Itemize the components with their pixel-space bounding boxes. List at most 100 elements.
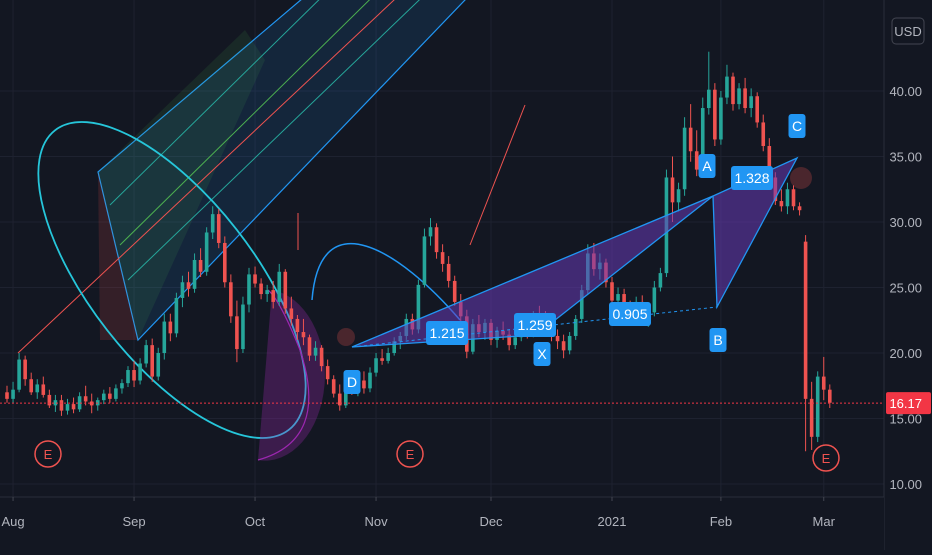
candle-body <box>707 89 711 109</box>
candle-body <box>132 370 136 381</box>
ratio-label-4: 1.328 <box>731 166 773 190</box>
candle-body <box>301 332 306 338</box>
candle <box>241 296 245 353</box>
candle <box>362 371 366 394</box>
y-tick-label: 25.00 <box>889 281 922 296</box>
earnings-marker: E <box>812 444 840 472</box>
candle-body <box>162 321 167 353</box>
candle <box>102 389 106 405</box>
candle <box>688 104 693 162</box>
candle-body <box>573 318 578 336</box>
candle-body <box>283 271 288 309</box>
candle-body <box>446 263 451 281</box>
candle <box>65 398 70 415</box>
candle-body <box>374 358 378 373</box>
pattern-point-highlight <box>337 328 355 346</box>
candle-body <box>229 282 233 317</box>
y-tick-label: 35.00 <box>889 150 922 165</box>
candle-body <box>29 379 33 393</box>
candle-body <box>265 290 269 295</box>
candle-body <box>186 282 191 289</box>
candle <box>749 88 753 118</box>
candle-body <box>120 383 124 389</box>
candle-body <box>821 376 826 390</box>
candle <box>731 72 735 111</box>
candle <box>779 189 784 212</box>
candle-body <box>65 404 70 411</box>
candle-body <box>223 242 227 283</box>
pattern-label-x: X <box>533 342 551 366</box>
candle-body <box>108 393 112 399</box>
candle-body <box>114 388 118 399</box>
candle <box>719 91 723 145</box>
candle <box>138 358 142 385</box>
candle <box>120 379 124 394</box>
y-tick-label: 10.00 <box>889 477 922 492</box>
x-tick-label: Feb <box>710 514 732 529</box>
candle <box>132 360 136 388</box>
candle <box>815 371 820 443</box>
candle <box>386 347 390 364</box>
candlestick-chart: D X A B C 1.215 1.259 0.905 1.328 E E E 40.00 35.00… <box>0 0 932 550</box>
candle <box>610 277 614 306</box>
last-price-badge: 16.17 <box>886 392 931 415</box>
candle <box>95 397 100 411</box>
candle-body <box>610 282 614 301</box>
candle <box>277 263 282 306</box>
candle <box>162 313 167 360</box>
candle <box>725 64 729 105</box>
candle <box>174 292 179 338</box>
candle-body <box>259 283 263 295</box>
pattern-label-b-text: B <box>713 332 722 348</box>
candle-body <box>307 337 312 356</box>
candle <box>755 92 759 128</box>
candle-body <box>71 404 76 410</box>
candle <box>29 372 33 395</box>
candle-body <box>271 290 275 302</box>
candle <box>150 338 154 382</box>
candle-body <box>743 88 747 109</box>
earnings-marker-text: E <box>822 451 831 466</box>
candle-body <box>713 89 717 140</box>
candle-body <box>253 274 257 284</box>
x-tick-label: Dec <box>479 514 503 529</box>
candle-body <box>144 345 148 364</box>
candle-body <box>17 359 21 390</box>
candle-body <box>319 347 324 367</box>
candle-body <box>362 380 366 389</box>
candle-body <box>694 151 699 170</box>
candle <box>47 389 52 409</box>
candle <box>247 267 251 313</box>
candle <box>452 275 457 306</box>
candle-body <box>59 400 64 411</box>
candle <box>652 280 657 317</box>
candle-body <box>126 370 130 384</box>
ratio-label-3: 0.905 <box>609 302 651 326</box>
candle <box>682 117 687 196</box>
candle-body <box>616 294 620 301</box>
candle-body <box>150 345 154 377</box>
trend-line <box>469 104 526 246</box>
candle-body <box>670 177 675 203</box>
ratio-label-4-text: 1.328 <box>734 170 769 186</box>
candle-body <box>809 398 814 437</box>
candle <box>83 385 88 406</box>
candle-body <box>676 189 681 203</box>
candle <box>216 208 221 249</box>
price-axis-bg <box>884 0 932 550</box>
candle <box>337 384 342 411</box>
candle-body <box>47 394 52 406</box>
candle-body <box>791 189 796 207</box>
candle-body <box>235 316 239 350</box>
candle <box>567 332 572 355</box>
y-tick-label: 20.00 <box>889 346 922 361</box>
currency-badge[interactable]: USD <box>891 17 925 45</box>
curve-shape <box>311 242 461 321</box>
candle <box>59 394 64 416</box>
currency-badge-text[interactable]: USD <box>894 24 921 39</box>
candle <box>707 51 711 115</box>
pattern-label-b: B <box>709 328 727 352</box>
candle <box>331 375 336 398</box>
pattern-label-d-text: D <box>347 374 357 390</box>
candle-body <box>555 335 560 342</box>
